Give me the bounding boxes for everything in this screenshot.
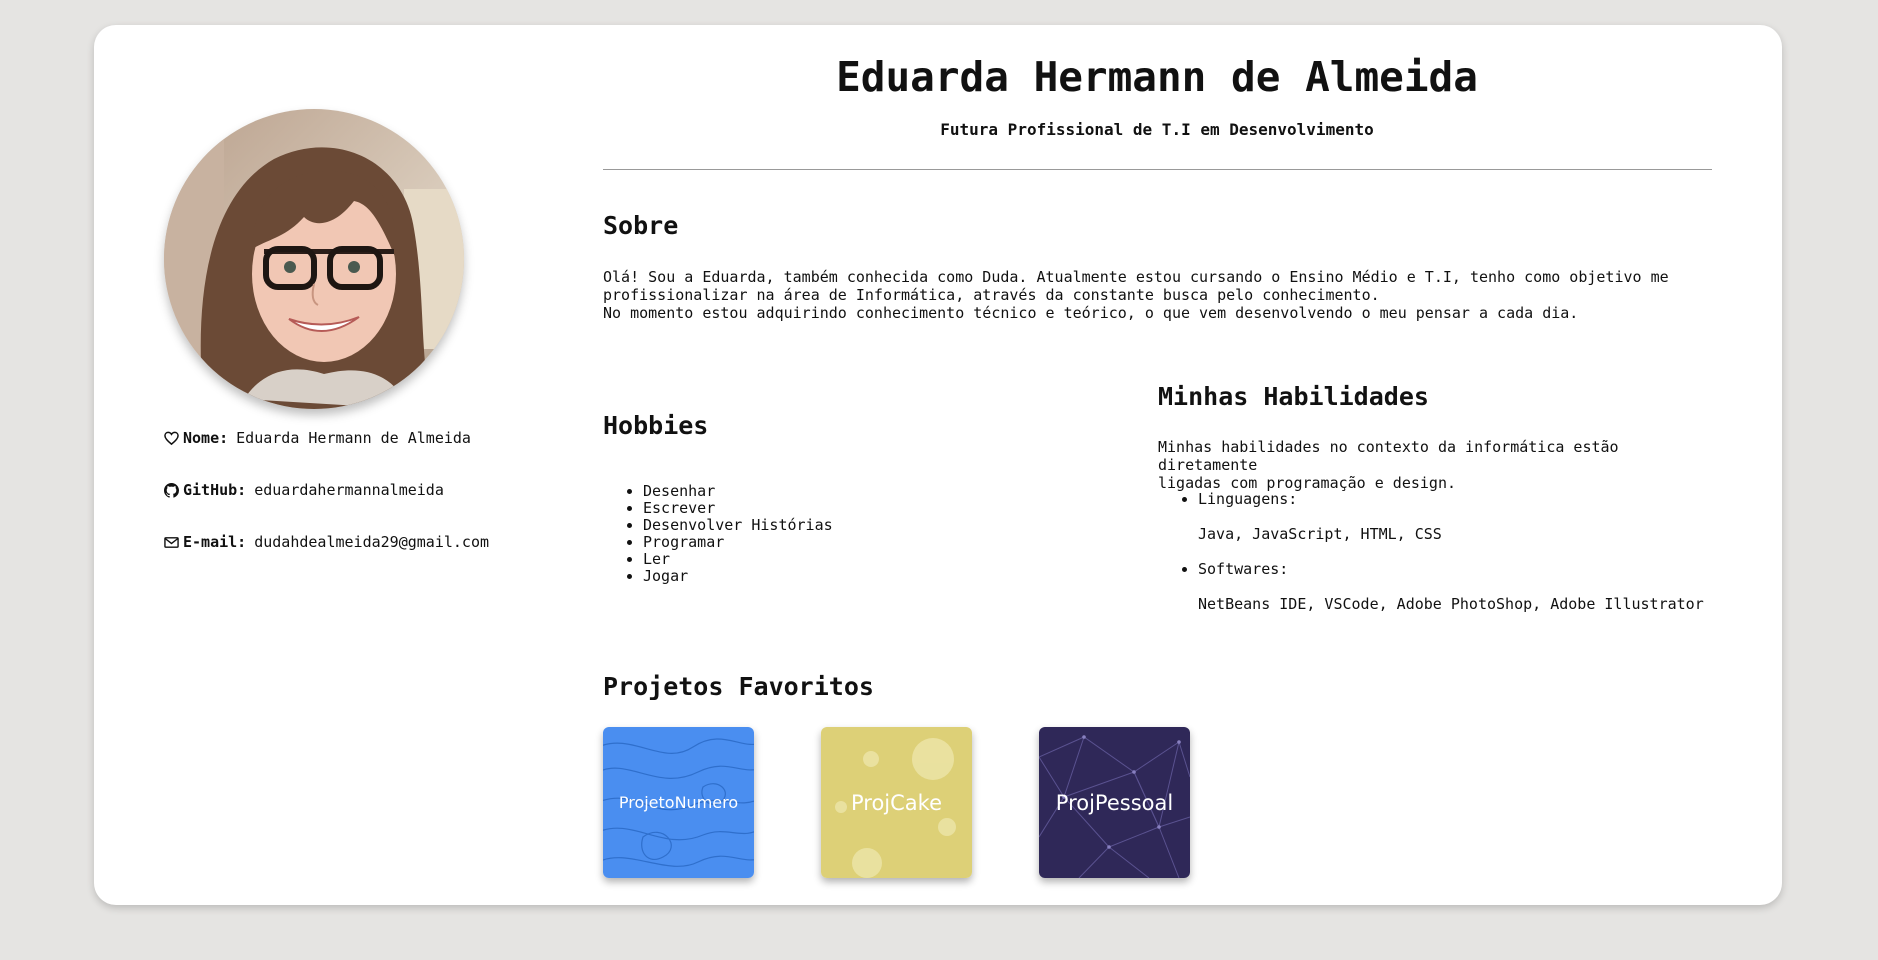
project-card-projcake[interactable]: ProjCake bbox=[821, 727, 972, 878]
sobre-line: Olá! Sou a Eduarda, também conhecida com… bbox=[603, 268, 1669, 286]
header-divider bbox=[603, 169, 1712, 170]
page-title: Eduarda Hermann de Almeida bbox=[836, 53, 1478, 101]
habilidades-intro: Minhas habilidades no contexto da inform… bbox=[1158, 438, 1718, 492]
mail-icon bbox=[164, 536, 179, 548]
info-name: Nome: Eduarda Hermann de Almeida bbox=[164, 429, 471, 447]
project-card-projetonumero[interactable]: ProjetoNumero bbox=[603, 727, 754, 878]
sobre-line: No momento estou adquirindo conhecimento… bbox=[603, 304, 1579, 322]
email-link[interactable]: dudahdealmeida29@gmail.com bbox=[254, 533, 489, 551]
info-value: Eduarda Hermann de Almeida bbox=[236, 429, 471, 447]
info-email: E-mail: dudahdealmeida29@gmail.com bbox=[164, 533, 489, 551]
skill-label: Softwares: bbox=[1198, 560, 1289, 578]
page-subtitle: Futura Profissional de T.I em Desenvolvi… bbox=[940, 120, 1374, 139]
projetos-heading: Projetos Favoritos bbox=[603, 672, 874, 701]
habilidades-heading: Minhas Habilidades bbox=[1158, 382, 1429, 411]
info-github: GitHub: eduardahermannalmeida bbox=[164, 481, 444, 499]
list-item: Desenhar bbox=[643, 483, 833, 500]
sobre-text: Olá! Sou a Eduarda, também conhecida com… bbox=[603, 268, 1711, 322]
skill-label: Linguagens: bbox=[1198, 490, 1298, 508]
heart-icon bbox=[164, 431, 179, 445]
list-item: Desenvolver Histórias bbox=[643, 517, 833, 534]
project-card-projpessoal[interactable]: ProjPessoal bbox=[1039, 727, 1190, 878]
info-label: E-mail: bbox=[183, 533, 247, 551]
project-label: ProjCake bbox=[850, 790, 942, 815]
project-label: ProjPessoal bbox=[1055, 790, 1174, 815]
list-item: Jogar bbox=[643, 568, 833, 585]
list-item: Ler bbox=[643, 551, 833, 568]
sobre-heading: Sobre bbox=[603, 211, 679, 240]
info-label: GitHub: bbox=[183, 481, 247, 499]
sobre-line: profissionalizar na área de Informática,… bbox=[603, 286, 1380, 304]
github-link[interactable]: eduardahermannalmeida bbox=[254, 481, 444, 499]
skill-item-linguagens: Linguagens: Java, JavaScript, HTML, CSS bbox=[1198, 490, 1704, 543]
skill-value: NetBeans IDE, VSCode, Adobe PhotoShop, A… bbox=[1198, 595, 1704, 613]
info-label: Nome: bbox=[183, 429, 229, 447]
habilidades-line: Minhas habilidades no contexto da inform… bbox=[1158, 438, 1619, 474]
list-item: Programar bbox=[643, 534, 833, 551]
github-icon bbox=[164, 482, 179, 498]
profile-photo bbox=[164, 109, 464, 409]
hobbies-list: Desenhar Escrever Desenvolver Histórias … bbox=[603, 483, 833, 585]
skills-list: Linguagens: Java, JavaScript, HTML, CSS … bbox=[1158, 490, 1704, 630]
profile-card: Nome: Eduarda Hermann de Almeida GitHub:… bbox=[94, 25, 1782, 905]
hobbies-heading: Hobbies bbox=[603, 411, 709, 440]
skill-value: Java, JavaScript, HTML, CSS bbox=[1198, 525, 1442, 543]
skill-item-softwares: Softwares: NetBeans IDE, VSCode, Adobe P… bbox=[1198, 560, 1704, 613]
list-item: Escrever bbox=[643, 500, 833, 517]
project-label: ProjetoNumero bbox=[618, 793, 739, 812]
